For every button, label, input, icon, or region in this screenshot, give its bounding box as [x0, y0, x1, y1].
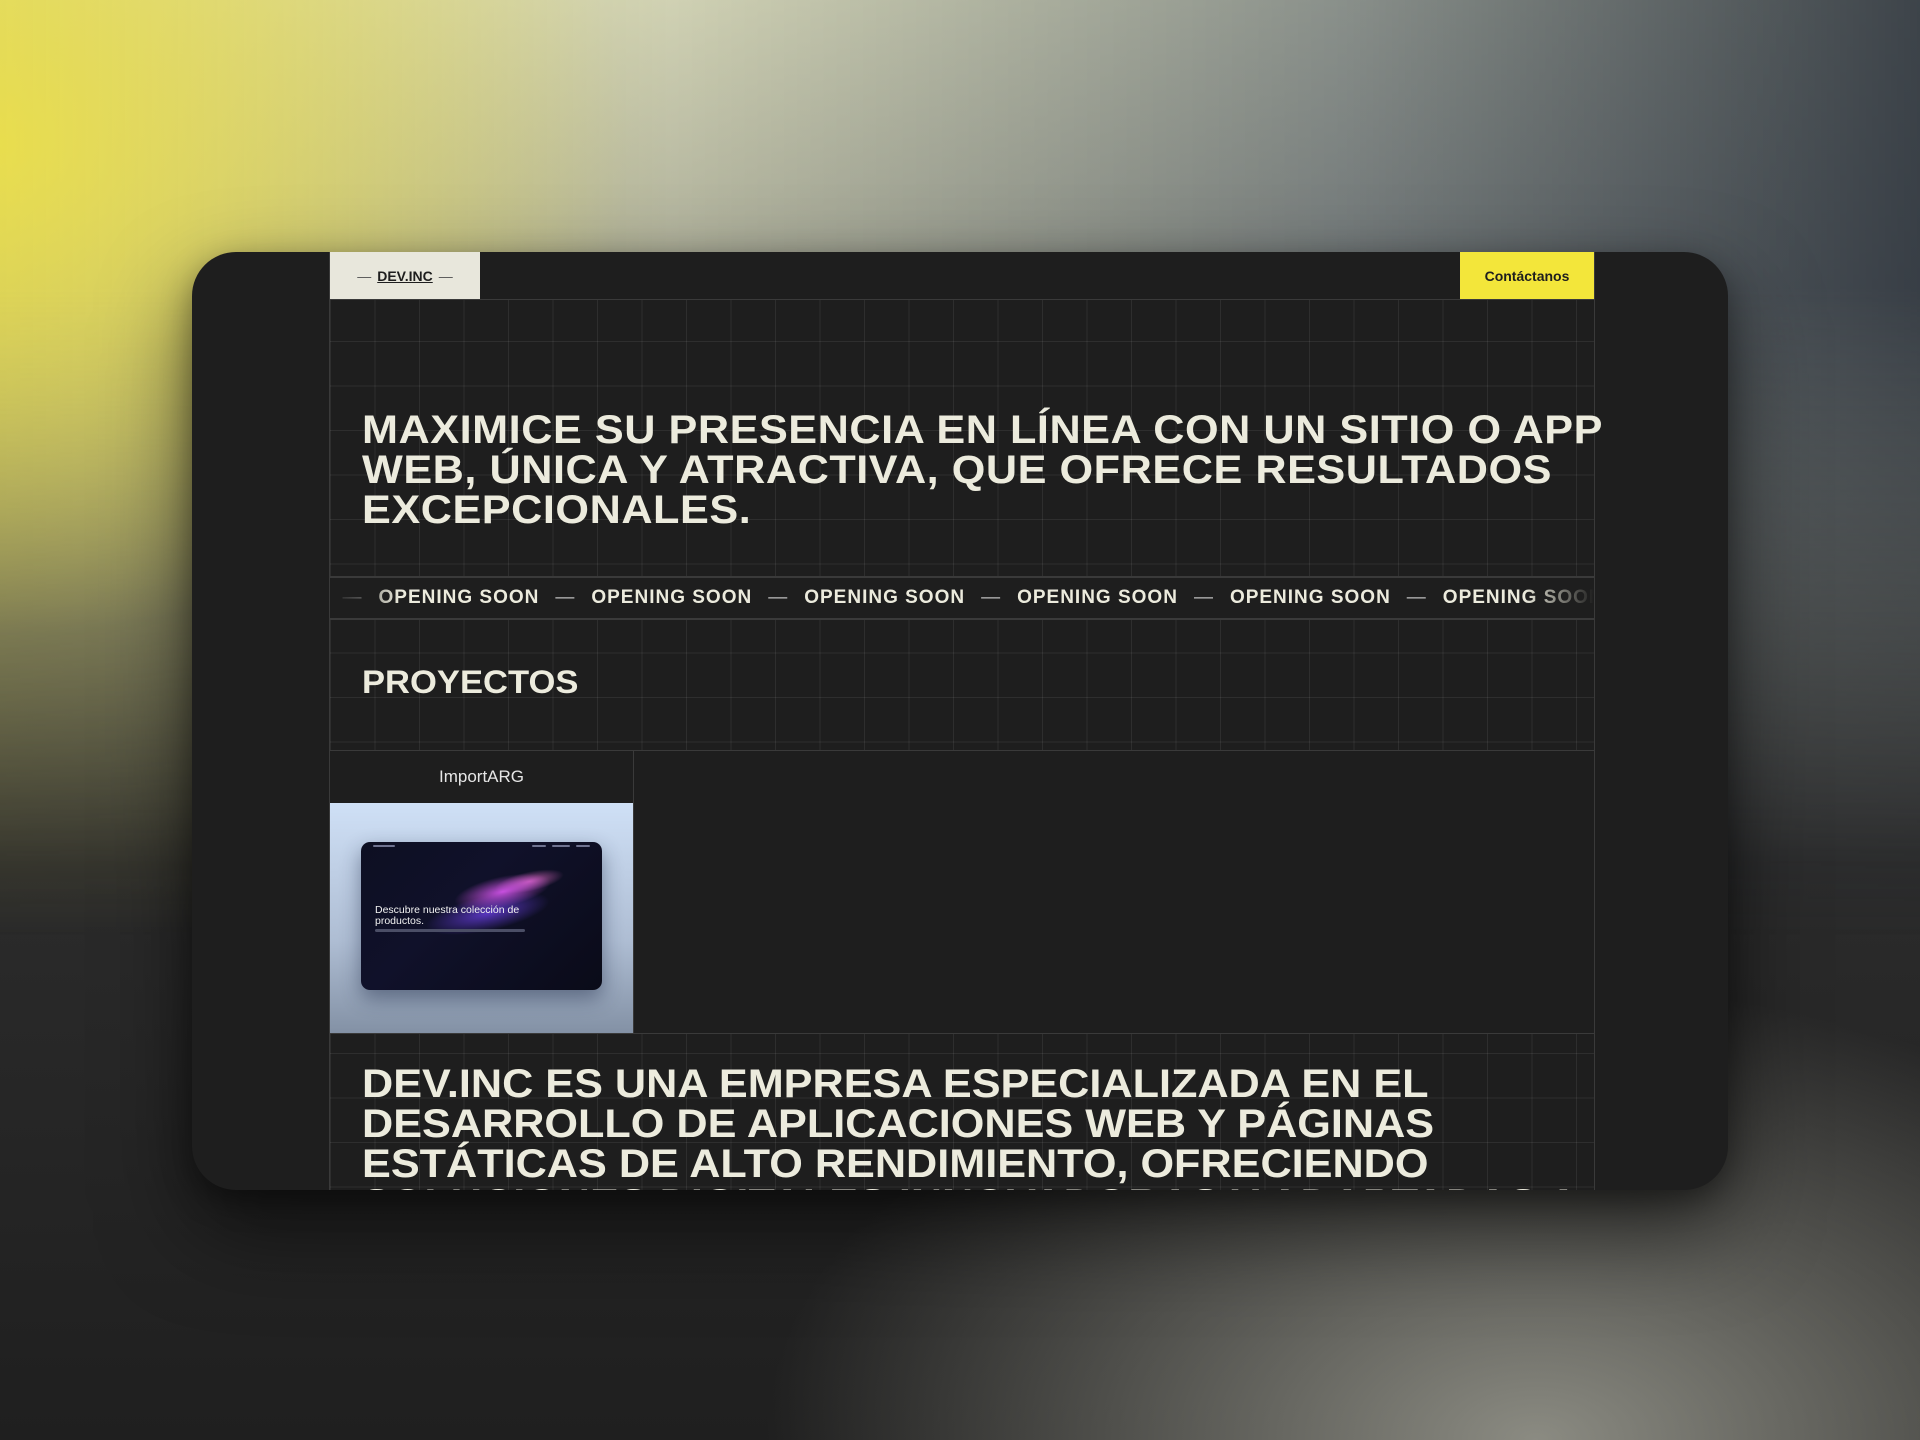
marquee-separator: —: [1193, 587, 1214, 608]
logo-dash-right: —: [438, 267, 453, 284]
marquee-item: OPENING SOON: [804, 587, 966, 608]
marquee-track: ON — OPENING SOON — OPENING SOON — OPENI…: [330, 578, 1595, 618]
marquee-separator: —: [981, 587, 1002, 608]
marquee-separator: —: [555, 587, 576, 608]
projects-title: PROYECTOS: [362, 664, 579, 700]
hero-headline: MAXIMICE SU PRESENCIA EN LÍNEA CON UN SI…: [362, 408, 1603, 532]
device-frame: — DEV.INC — Contáctanos MAXIMICE SU PRES…: [192, 252, 1728, 1190]
marquee-item: OPENING SOON: [591, 587, 753, 608]
marquee-separator: —: [768, 587, 789, 608]
marquee-item: OPENING SOON: [1229, 587, 1391, 608]
projects-grid: ImportARG Descubre nuestra colección de …: [330, 750, 1594, 1034]
marquee-fade-right: [1524, 578, 1594, 618]
marquee-item: OPENING SOON: [1017, 587, 1178, 608]
mockup-subtext: [375, 929, 525, 932]
logo-dash-left: —: [357, 267, 372, 284]
website-viewport[interactable]: — DEV.INC — Contáctanos MAXIMICE SU PRES…: [329, 252, 1602, 1190]
top-navbar: — DEV.INC — Contáctanos: [330, 252, 1594, 300]
logo-link[interactable]: — DEV.INC —: [330, 252, 480, 299]
contact-button[interactable]: Contáctanos: [1460, 252, 1594, 299]
project-card-importarg[interactable]: ImportARG Descubre nuestra colección de …: [330, 751, 634, 1033]
laptop-mockup: Descubre nuestra colección de productos.: [361, 842, 602, 990]
project-thumbnail: Descubre nuestra colección de productos.: [330, 803, 633, 1033]
marquee-fade-left: [330, 578, 400, 618]
about-text: DEV.INC ES UNA EMPRESA ESPECIALIZADA EN …: [362, 1062, 1579, 1190]
opening-soon-marquee: ON — OPENING SOON — OPENING SOON — OPENI…: [330, 576, 1594, 620]
marquee-separator: —: [1406, 587, 1427, 608]
project-name: ImportARG: [438, 767, 525, 786]
marquee-item: OPENING SOON: [378, 587, 540, 608]
mockup-headline: Descubre nuestra colección de productos.: [375, 904, 520, 927]
logo-text: DEV.INC: [377, 267, 433, 284]
